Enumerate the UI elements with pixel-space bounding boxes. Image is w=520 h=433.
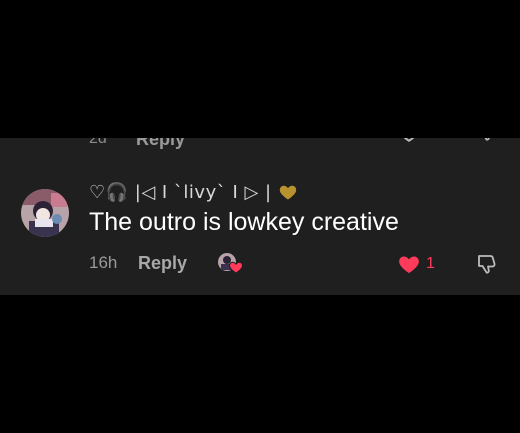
thumbs-down-icon xyxy=(478,255,496,274)
heart-outline-icon xyxy=(403,138,415,142)
comment-panel: 2d Reply ♡🎧 |◁ I `livy` I ▷ | The outro … xyxy=(0,138,520,295)
dislike-button[interactable] xyxy=(476,251,500,277)
comment-time: 16h xyxy=(89,253,118,272)
previous-comment-time: 2d xyxy=(89,138,107,147)
thumbs-down-icon xyxy=(484,138,490,141)
creator-avatar-heart-icon xyxy=(218,253,243,274)
heart-filled-icon xyxy=(399,256,419,273)
comment-text: The outro is lowkey creative xyxy=(89,208,399,236)
reply-button[interactable]: Reply xyxy=(138,250,187,276)
like-count: 1 xyxy=(426,255,435,272)
previous-like-button[interactable] xyxy=(396,138,422,144)
username[interactable]: ♡🎧 |◁ I `livy` I ▷ | xyxy=(89,182,272,203)
previous-comment-meta: 2d Reply xyxy=(0,138,520,154)
gold-heart-icon xyxy=(279,185,296,200)
creator-liked-badge xyxy=(216,251,244,275)
username-row[interactable]: ♡🎧 |◁ I `livy` I ▷ | xyxy=(89,180,298,204)
like-button[interactable]: 1 xyxy=(396,252,435,276)
previous-reply-button[interactable]: Reply xyxy=(136,138,185,154)
previous-dislike-button[interactable] xyxy=(476,138,500,144)
avatar[interactable] xyxy=(21,189,69,237)
